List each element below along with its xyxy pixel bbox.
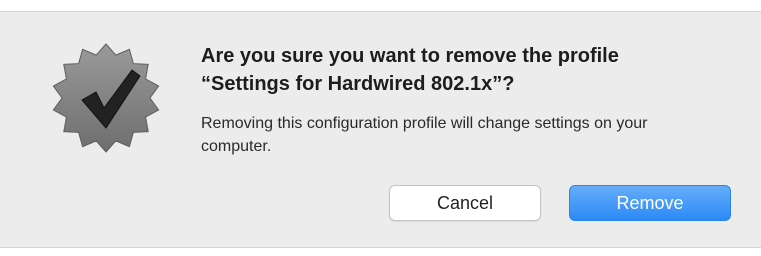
remove-profile-dialog: Are you sure you want to remove the prof… bbox=[0, 11, 761, 248]
cancel-button-label: Cancel bbox=[436, 192, 494, 213]
cancel-button[interactable]: Cancel bbox=[389, 185, 541, 221]
remove-button[interactable]: Remove bbox=[569, 185, 731, 221]
checkmark-badge-icon bbox=[48, 40, 164, 156]
window-edge bbox=[0, 248, 761, 256]
dialog-title: Are you sure you want to remove the prof… bbox=[201, 45, 619, 95]
dialog-message: Removing this configuration profile will… bbox=[201, 115, 648, 155]
dialog-content: Are you sure you want to remove the prof… bbox=[201, 42, 741, 158]
remove-button-label: Remove bbox=[616, 192, 684, 213]
dialog-buttons: Cancel Remove bbox=[389, 185, 731, 221]
